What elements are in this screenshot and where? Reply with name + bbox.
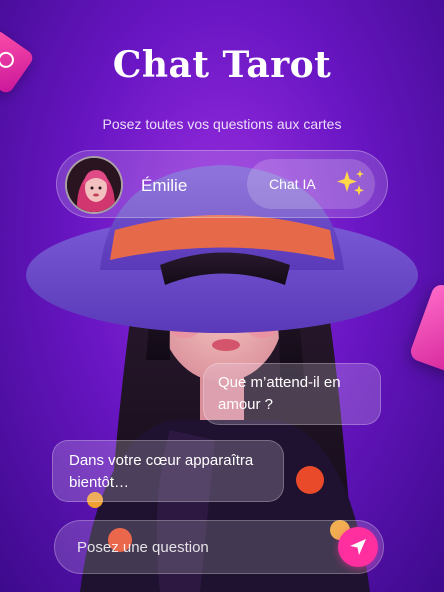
chat-ia-label: Chat IA [269, 176, 316, 192]
user-message-bubble: Que m’attend-il en amour ? [203, 363, 381, 425]
page-title: Chat Tarot [112, 44, 332, 86]
send-icon [350, 539, 366, 555]
avatar-image [67, 158, 121, 212]
send-button[interactable] [338, 527, 378, 567]
screen: Chat Tarot Posez toutes vos questions au… [0, 0, 444, 592]
page-subtitle: Posez toutes vos questions aux cartes [102, 116, 342, 132]
character-illustration [26, 165, 418, 592]
question-input[interactable]: Posez une question [54, 520, 384, 574]
question-input-placeholder: Posez une question [77, 539, 209, 556]
sparkles-icon [337, 170, 364, 196]
profile-name: Émilie [141, 176, 188, 195]
ai-message-bubble: Dans votre cœur apparaîtra bientôt… [52, 440, 284, 502]
profile-card[interactable]: Émilie Chat IA [56, 150, 388, 218]
chat-ia-button[interactable]: Chat IA [247, 159, 375, 209]
avatar [65, 156, 123, 214]
